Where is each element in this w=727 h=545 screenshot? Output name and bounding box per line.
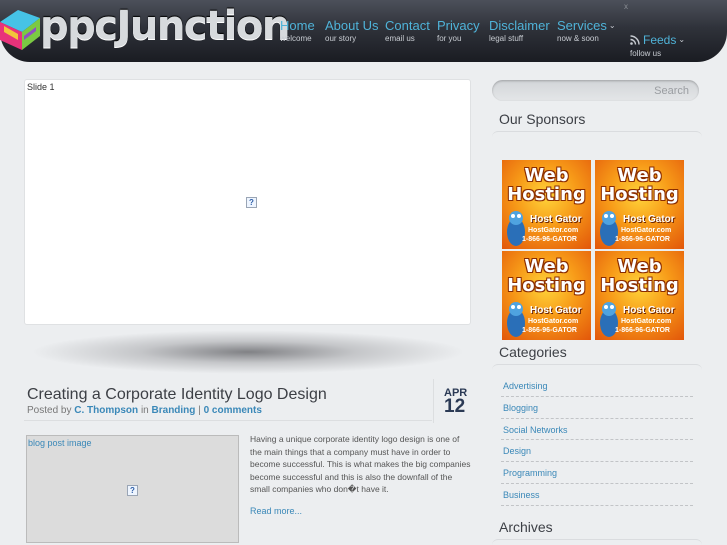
nav-sublabel: email us: [385, 34, 415, 43]
sponsor-ad[interactable]: Web Hosting Host Gator HostGator.com 1-86…: [595, 160, 684, 249]
post-category-link[interactable]: Branding: [152, 405, 196, 416]
sponsor-ad[interactable]: Web Hosting Host Gator HostGator.com 1-86…: [502, 160, 591, 249]
archives-title: Archives: [499, 519, 553, 535]
ad-line1: Web: [617, 165, 662, 186]
category-link-advertising[interactable]: Advertising: [501, 375, 693, 397]
post-meta: Posted by C. Thompson in Branding | 0 co…: [27, 405, 262, 416]
category-link-design[interactable]: Design: [501, 440, 693, 463]
ad-headline: Web Hosting: [502, 166, 591, 204]
nav-label: Privacy: [437, 18, 480, 33]
ad-phone: 1-866-96-GATOR: [615, 236, 670, 243]
nav-feeds[interactable]: Feeds ⌄ follow us: [630, 31, 685, 59]
ad-line1: Web: [524, 256, 569, 277]
ad-line1: Web: [617, 256, 662, 277]
category-link-blogging[interactable]: Blogging: [501, 397, 693, 419]
ad-site: HostGator.com: [528, 318, 579, 325]
chevron-down-icon: ⌄: [608, 21, 616, 30]
category-link-social-networks[interactable]: Social Networks: [501, 419, 693, 441]
ad-phone: 1-866-96-GATOR: [615, 327, 670, 334]
nav-about-us[interactable]: About Us our story: [325, 18, 378, 44]
close-icon[interactable]: x: [624, 2, 628, 11]
ad-site: HostGator.com: [621, 227, 672, 234]
ad-line2: Hosting: [600, 184, 679, 205]
search-box: [492, 80, 699, 101]
broken-image-icon: ?: [127, 485, 138, 496]
post-title[interactable]: Creating a Corporate Identity Logo Desig…: [27, 386, 327, 404]
ad-headline: Web Hosting: [595, 166, 684, 204]
feeds-sublabel: follow us: [630, 49, 662, 58]
broken-image-icon: ?: [246, 197, 257, 208]
sponsors-title: Our Sponsors: [499, 111, 586, 127]
site-logo[interactable]: ppcJunction: [40, 3, 290, 49]
nav-disclaimer[interactable]: Disclaimer legal stuff: [489, 18, 550, 44]
rss-icon: [630, 35, 640, 45]
nav-contact[interactable]: Contact email us: [385, 18, 430, 44]
nav-privacy[interactable]: Privacy for you: [437, 18, 480, 44]
nav-services-label: Services: [557, 18, 607, 33]
site-header: ppcJunction Home welcome About Us our st…: [0, 0, 727, 68]
ad-headline: Web Hosting: [595, 257, 684, 295]
nav-label: Home: [280, 18, 315, 33]
nav-sublabel: for you: [437, 34, 462, 43]
sidebar-rule: [492, 131, 702, 137]
sidebar-rule: [492, 364, 702, 370]
ad-phone: 1-866-96-GATOR: [522, 236, 577, 243]
post-image[interactable]: blog post image ?: [26, 435, 239, 543]
slide-label: Slide 1: [27, 82, 55, 92]
post-image-alt: blog post image: [28, 438, 92, 448]
nav-label: About Us: [325, 18, 379, 33]
ad-brand: Host Gator: [530, 305, 582, 316]
nav-label: Services ⌄: [557, 18, 616, 33]
category-link-business[interactable]: Business: [501, 484, 693, 506]
nav-label: Contact: [385, 18, 430, 33]
ad-brand: Host Gator: [623, 305, 675, 316]
nav-home[interactable]: Home welcome: [280, 18, 315, 44]
post-comments-link[interactable]: 0 comments: [204, 405, 262, 416]
post-date: APR 12: [433, 379, 477, 423]
ad-phone: 1-866-96-GATOR: [522, 327, 577, 334]
nav-sublabel: now & soon: [557, 34, 599, 43]
ad-headline: Web Hosting: [502, 257, 591, 295]
featured-slider[interactable]: Slide 1 ?: [24, 79, 471, 325]
category-link-programming[interactable]: Programming: [501, 462, 693, 484]
feeds-label: Feeds: [643, 33, 677, 47]
post-excerpt: Having a unique corporate identity logo …: [250, 434, 471, 494]
read-more-link[interactable]: Read more...: [250, 506, 302, 516]
ad-brand: Host Gator: [623, 214, 675, 225]
nav-label: Disclaimer: [489, 18, 550, 33]
date-day: 12: [444, 396, 466, 417]
nav-sublabel: our story: [325, 34, 357, 43]
category-list: Advertising Blogging Social Networks Des…: [501, 375, 693, 506]
ad-line2: Hosting: [600, 275, 679, 296]
nav-services[interactable]: Services ⌄ now & soon: [557, 18, 616, 44]
search-input[interactable]: [492, 80, 699, 101]
ad-line2: Hosting: [507, 275, 586, 296]
post-author-link[interactable]: C. Thompson: [74, 405, 138, 416]
post-divider: [24, 420, 432, 421]
slider-shadow: [30, 330, 466, 374]
chevron-down-icon: ⌄: [678, 35, 686, 44]
feeds-label-row: Feeds ⌄: [630, 33, 685, 47]
logo-cube-icon: [0, 10, 40, 50]
ad-site: HostGator.com: [621, 318, 672, 325]
in-text: in: [140, 405, 149, 416]
posted-by-text: Posted by: [27, 405, 72, 416]
sponsor-ad[interactable]: Web Hosting Host Gator HostGator.com 1-86…: [502, 251, 591, 340]
sidebar-rule: [492, 539, 702, 545]
nav-sublabel: legal stuff: [489, 34, 524, 43]
sponsor-ad[interactable]: Web Hosting Host Gator HostGator.com 1-86…: [595, 251, 684, 340]
ad-line1: Web: [524, 165, 569, 186]
ad-brand: Host Gator: [530, 214, 582, 225]
ad-site: HostGator.com: [528, 227, 579, 234]
categories-title: Categories: [499, 344, 567, 360]
meta-divider: |: [198, 405, 201, 416]
ad-line2: Hosting: [507, 184, 586, 205]
nav-sublabel: welcome: [280, 34, 312, 43]
